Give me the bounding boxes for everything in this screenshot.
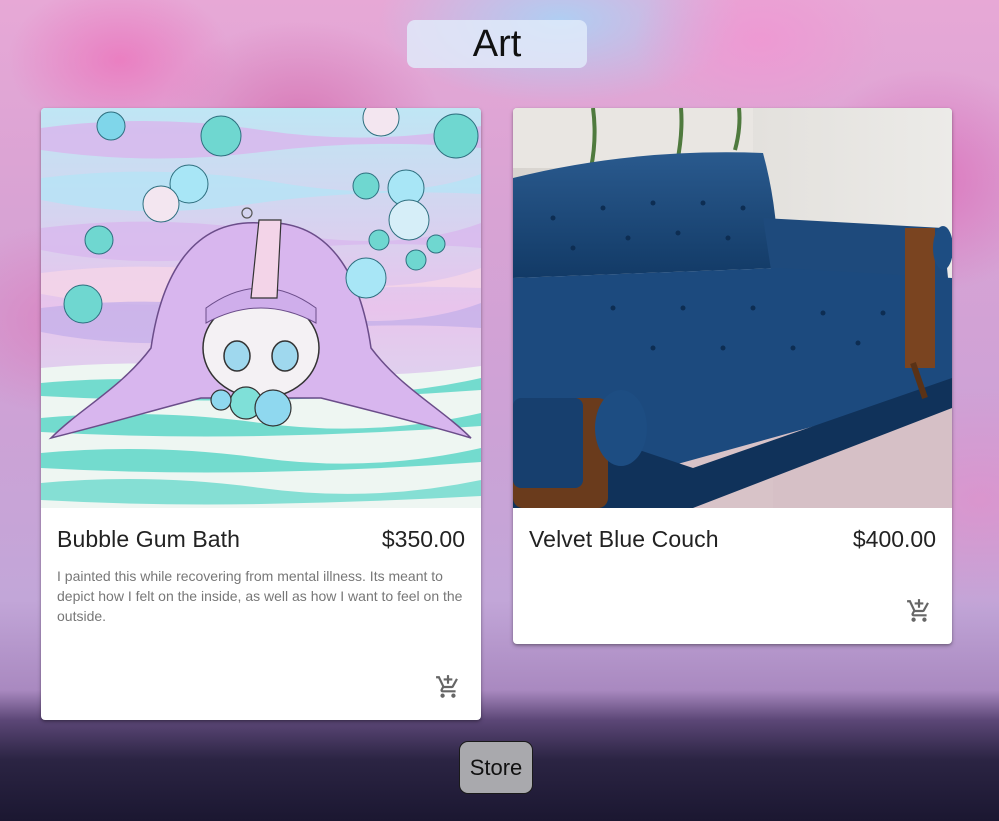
product-card-bubble-gum-bath[interactable]: Bubble Gum Bath $350.00 I painted this w… [41,108,481,720]
product-image-couch[interactable] [513,108,952,508]
product-price: $350.00 [381,526,465,552]
add-shopping-cart-icon[interactable] [435,674,461,700]
product-name: Velvet Blue Couch [529,526,719,552]
product-card-velvet-blue-couch[interactable]: Velvet Blue Couch $400.00 [513,108,952,644]
product-name: Bubble Gum Bath [57,526,241,552]
store-button[interactable]: Store [459,741,533,794]
product-price: $400.00 [852,526,936,552]
product-image-painting[interactable] [41,108,481,508]
product-description: I painted this while recovering from men… [57,568,463,624]
add-shopping-cart-icon[interactable] [906,598,932,624]
page-title: Art [407,20,587,68]
